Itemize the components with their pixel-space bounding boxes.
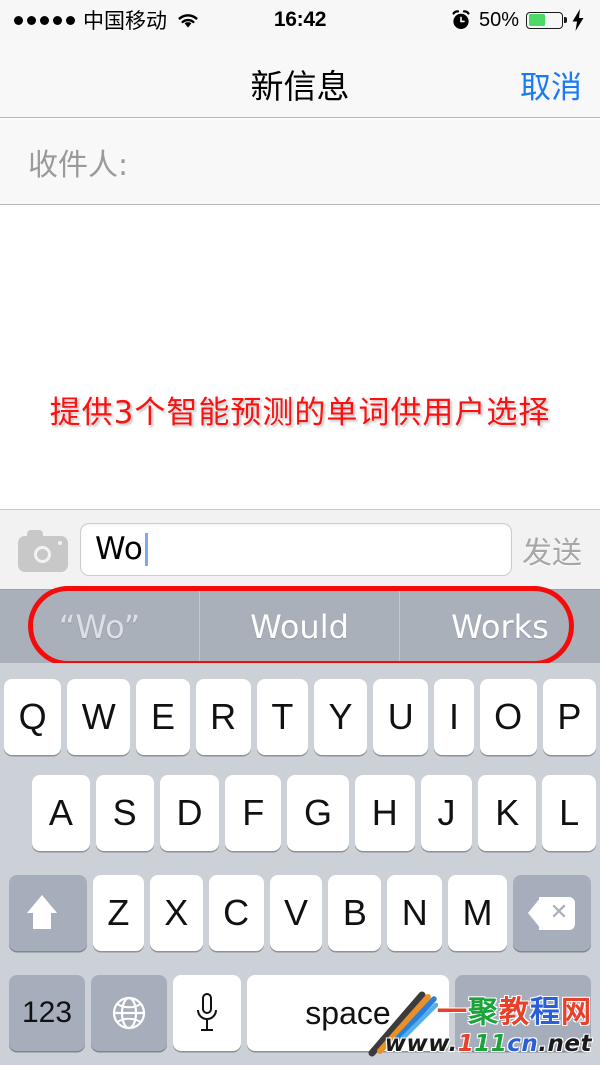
key-a[interactable]: A: [32, 775, 90, 851]
key-d[interactable]: D: [159, 775, 220, 851]
numbers-key[interactable]: 123: [9, 975, 85, 1051]
message-thread-area: [0, 206, 600, 509]
message-input-value: Wo: [95, 531, 143, 567]
globe-language-icon: [112, 996, 146, 1030]
recipient-field[interactable]: 收件人:: [0, 119, 600, 205]
key-j[interactable]: J: [420, 775, 473, 851]
key-i[interactable]: I: [434, 679, 474, 755]
key-z[interactable]: Z: [93, 875, 144, 951]
key-w[interactable]: W: [67, 679, 131, 755]
message-input-toolbar: Wo 发送: [0, 509, 600, 589]
prediction-candidate-1[interactable]: “Wo”: [0, 590, 200, 663]
key-p[interactable]: P: [542, 679, 596, 755]
status-bar-right: 50%: [450, 8, 586, 32]
cancel-button[interactable]: 取消: [520, 62, 582, 107]
prediction-candidate-2[interactable]: Would: [200, 590, 400, 663]
space-key[interactable]: space: [247, 975, 449, 1051]
key-m[interactable]: M: [448, 875, 507, 951]
key-v[interactable]: V: [269, 875, 323, 951]
navigation-bar: 新信息 取消: [0, 40, 600, 118]
key-c[interactable]: C: [208, 875, 264, 951]
dictation-key[interactable]: [173, 975, 241, 1051]
alarm-clock-icon: [452, 10, 470, 29]
message-input[interactable]: Wo: [80, 523, 512, 576]
key-x[interactable]: X: [149, 875, 203, 951]
key-e[interactable]: E: [136, 679, 190, 755]
shift-arrow-icon: [27, 893, 69, 933]
key-g[interactable]: G: [287, 775, 349, 851]
key-f[interactable]: F: [225, 775, 282, 851]
key-n[interactable]: N: [387, 875, 443, 951]
backspace-delete-icon: ✕: [527, 896, 575, 930]
shift-key[interactable]: [9, 875, 87, 951]
battery-icon: [526, 11, 567, 29]
phone-screen: 中国移动 16:42 50% 新信息 取消 收件人: 提供3个智能预测的单词供用…: [0, 0, 600, 1065]
key-r[interactable]: R: [195, 679, 251, 755]
key-t[interactable]: T: [256, 679, 308, 755]
key-l[interactable]: L: [542, 775, 596, 851]
key-k[interactable]: K: [478, 775, 537, 851]
keyboard-row-3: Z X C V B N M ✕: [0, 863, 600, 963]
backspace-key[interactable]: ✕: [512, 875, 591, 951]
on-screen-keyboard: Q W E R T Y U I O P A S D F G H J K L Z: [0, 663, 600, 1065]
key-o[interactable]: O: [479, 679, 537, 755]
page-title: 新信息: [250, 67, 350, 106]
key-y[interactable]: Y: [313, 679, 368, 755]
status-bar: 中国移动 16:42 50%: [0, 0, 600, 40]
lightning-bolt-icon: [572, 9, 584, 31]
text-caret: [144, 533, 148, 566]
key-u[interactable]: U: [373, 679, 429, 755]
globe-language-key[interactable]: [91, 975, 167, 1051]
annotation-text: 提供3个智能预测的单词供用户选择: [49, 395, 551, 431]
camera-icon[interactable]: [18, 528, 68, 572]
key-h[interactable]: H: [354, 775, 415, 851]
keyboard-row-4: 123 space: [0, 963, 600, 1063]
key-q[interactable]: Q: [4, 679, 62, 755]
key-s[interactable]: S: [95, 775, 154, 851]
microphone-icon: [197, 993, 217, 1031]
predictive-text-bar: “Wo” Would Works: [0, 589, 600, 663]
keyboard-row-1: Q W E R T Y U I O P: [0, 663, 600, 763]
keyboard-row-2: A S D F G H J K L: [0, 763, 600, 863]
key-b[interactable]: B: [328, 875, 382, 951]
recipient-label: 收件人:: [28, 147, 129, 183]
prediction-candidate-3[interactable]: Works: [400, 590, 600, 663]
return-key[interactable]: [455, 975, 591, 1051]
battery-percentage: 50%: [478, 8, 519, 31]
send-button[interactable]: 发送: [522, 528, 590, 572]
